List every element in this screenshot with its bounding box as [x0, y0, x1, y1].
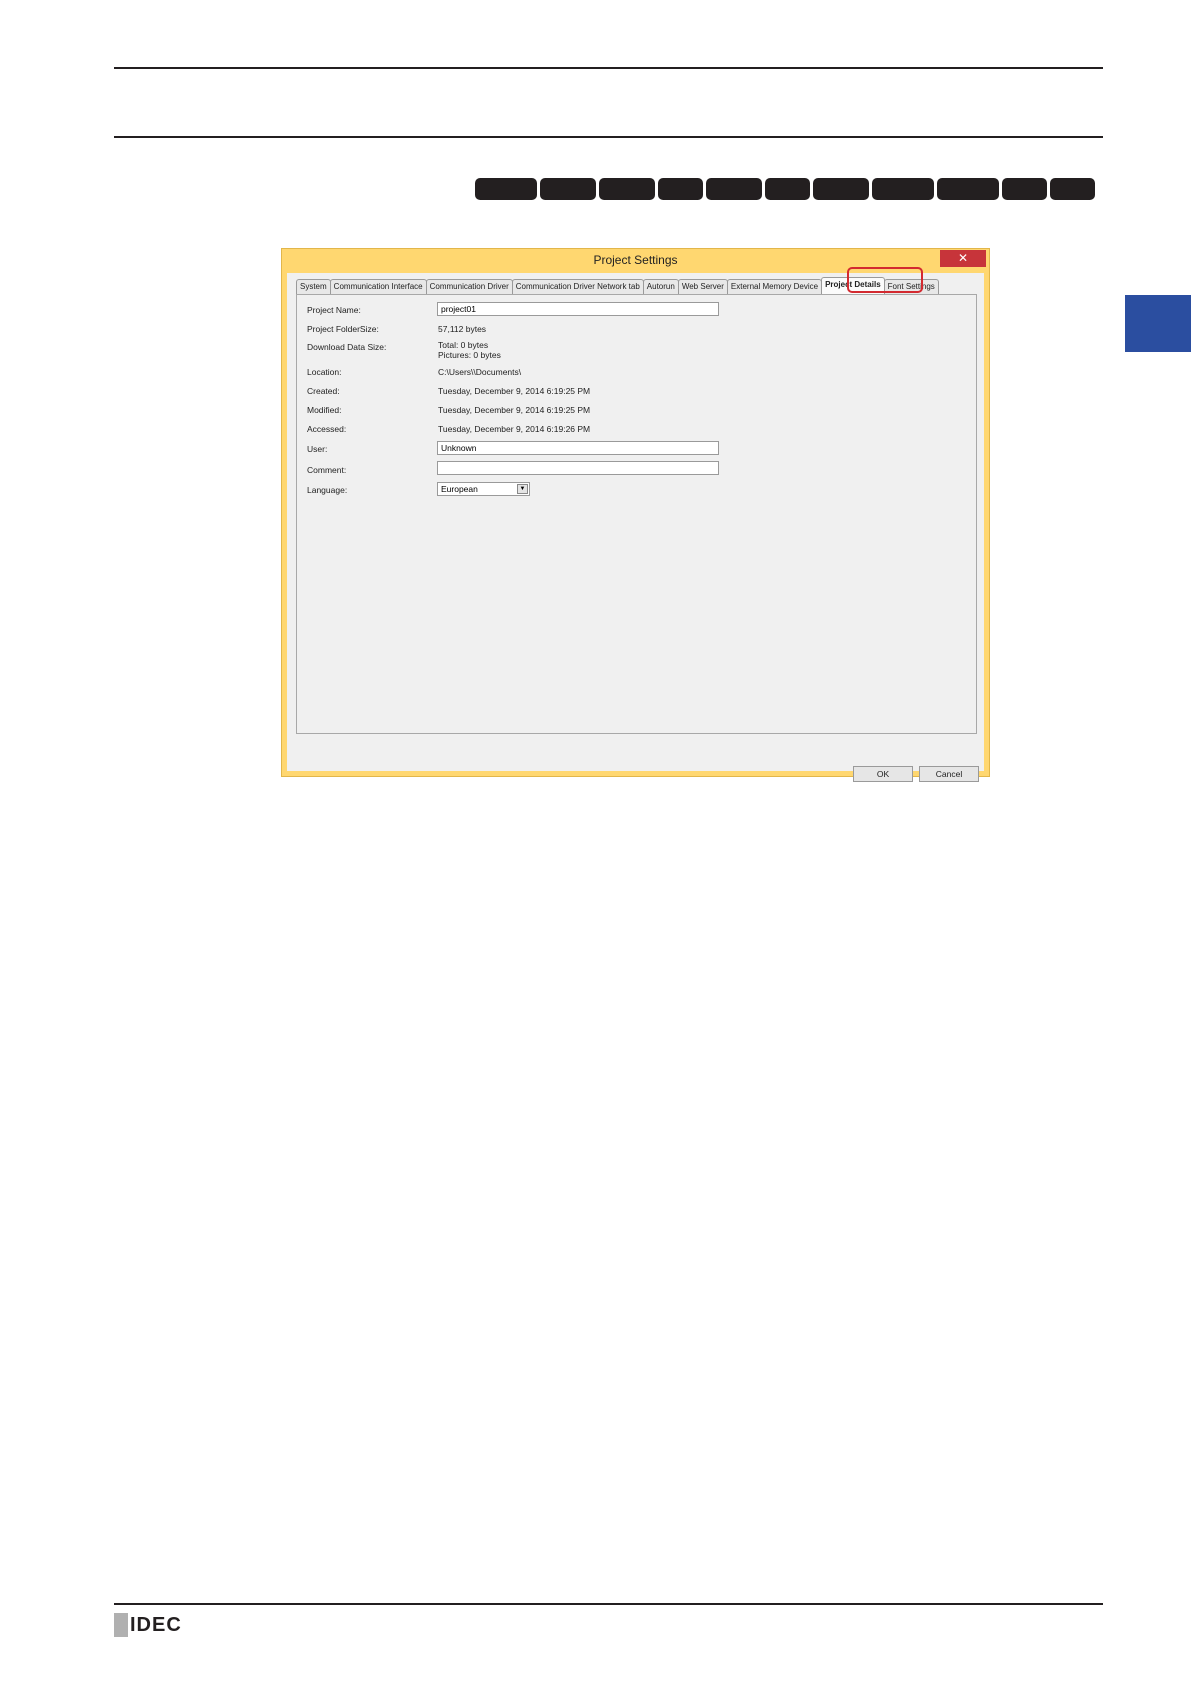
- dialog-client: System Communication Interface Communica…: [287, 267, 984, 782]
- project-name-input[interactable]: project01: [437, 302, 719, 316]
- accessed-label: Accessed:: [307, 424, 347, 434]
- folder-size-value: 57,112 bytes: [438, 324, 487, 334]
- model-pill: [1050, 178, 1095, 200]
- model-pill: [1002, 178, 1047, 200]
- folder-size-label: Project FolderSize:: [307, 324, 379, 334]
- user-label: User:: [307, 444, 328, 454]
- ok-button[interactable]: OK: [853, 766, 913, 782]
- tab-highlight-outline: [847, 267, 923, 293]
- language-label: Language:: [307, 485, 348, 495]
- language-select[interactable]: European ▼: [437, 482, 530, 496]
- location-value: C:\Users\\Documents\: [438, 367, 522, 377]
- tab-strip: System Communication Interface Communica…: [296, 277, 939, 294]
- footer-rule: [114, 1603, 1103, 1605]
- created-value: Tuesday, December 9, 2014 6:19:25 PM: [438, 386, 591, 396]
- logo-text: IDEC: [130, 1613, 182, 1636]
- download-pictures-value: Pictures: 0 bytes: [438, 350, 501, 360]
- tab-external-memory-device[interactable]: External Memory Device: [726, 279, 823, 294]
- tab-communication-interface[interactable]: Communication Interface: [329, 279, 427, 294]
- header-rule-bottom: [114, 136, 1103, 138]
- chevron-down-icon[interactable]: ▼: [517, 484, 528, 494]
- tab-system[interactable]: System: [296, 279, 331, 294]
- created-label: Created:: [307, 386, 340, 396]
- model-pill: [765, 178, 810, 200]
- comment-input[interactable]: [437, 461, 719, 475]
- modified-value: Tuesday, December 9, 2014 6:19:25 PM: [438, 405, 591, 415]
- chapter-side-tab: [1125, 295, 1191, 352]
- tab-communication-driver-network[interactable]: Communication Driver Network tab: [511, 279, 644, 294]
- close-button[interactable]: ✕: [940, 250, 986, 267]
- accessed-value: Tuesday, December 9, 2014 6:19:26 PM: [438, 424, 591, 434]
- project-name-label: Project Name:: [307, 305, 361, 315]
- tab-autorun[interactable]: Autorun: [642, 279, 679, 294]
- model-pill: [540, 178, 596, 200]
- model-pill: [813, 178, 869, 200]
- language-select-value: European: [441, 484, 478, 494]
- project-details-panel: Project Name: project01 Project FolderSi…: [296, 294, 977, 734]
- tab-communication-driver[interactable]: Communication Driver: [425, 279, 513, 294]
- modified-label: Modified:: [307, 405, 342, 415]
- model-pill: [937, 178, 999, 200]
- download-total-value: Total: 0 bytes: [438, 340, 489, 350]
- dialog-title: Project Settings: [593, 253, 678, 267]
- tab-web-server[interactable]: Web Server: [677, 279, 728, 294]
- model-pill: [872, 178, 934, 200]
- model-pill-row: [475, 178, 1095, 200]
- location-label: Location:: [307, 367, 342, 377]
- idec-logo: IDEC: [114, 1613, 182, 1637]
- logo-mark: [114, 1613, 128, 1637]
- header-rule-top: [114, 67, 1103, 69]
- cancel-button[interactable]: Cancel: [919, 766, 979, 782]
- model-pill: [599, 178, 655, 200]
- project-settings-dialog: Project Settings ? ✕ System Communicatio…: [281, 248, 990, 782]
- model-pill: [658, 178, 703, 200]
- comment-label: Comment:: [307, 465, 347, 475]
- model-pill: [475, 178, 537, 200]
- model-pill: [706, 178, 762, 200]
- user-input[interactable]: Unknown: [437, 441, 719, 455]
- download-size-label: Download Data Size:: [307, 342, 387, 352]
